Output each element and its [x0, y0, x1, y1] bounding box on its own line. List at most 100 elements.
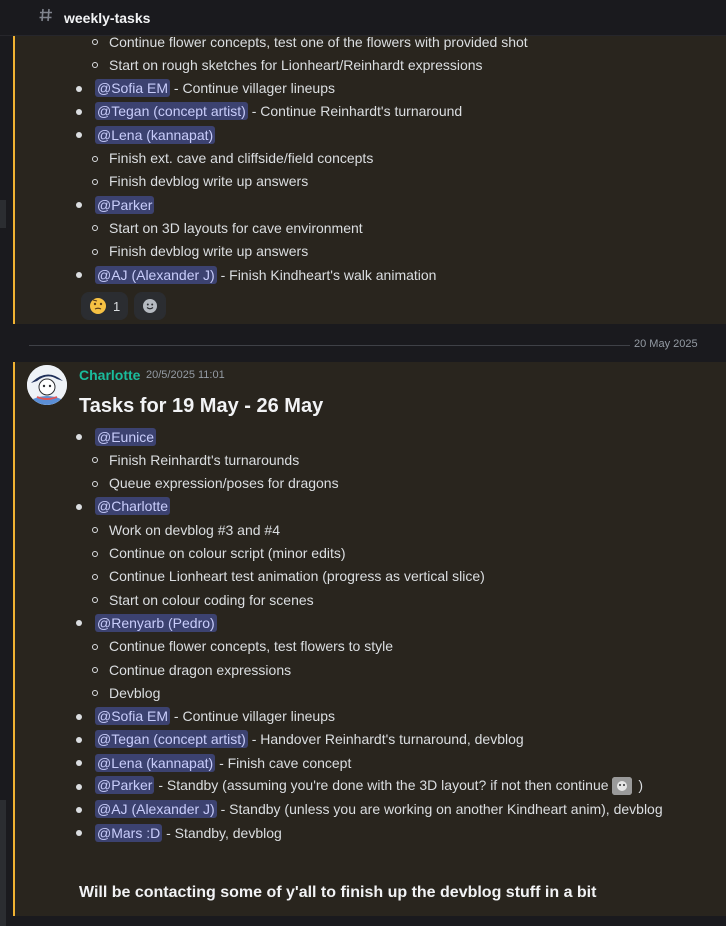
- bullet-disc-icon: [76, 202, 82, 209]
- item-description: - Continue villager lineups: [170, 708, 335, 725]
- bullet-disc-icon: [76, 503, 82, 510]
- item-text: @AJ (Alexander J) - Finish Kindheart's w…: [95, 265, 437, 284]
- item-description: Devblog: [109, 684, 161, 701]
- sub-list-item: Work on devblog #3 and #4: [15, 518, 715, 541]
- item-description: - Continue villager lineups: [170, 80, 335, 97]
- list-item: @Sofia EM - Continue villager lineups: [15, 705, 715, 728]
- user-mention[interactable]: @AJ (Alexander J): [95, 265, 217, 284]
- list-item: @Eunice: [15, 425, 715, 448]
- user-mention[interactable]: @AJ (Alexander J): [95, 800, 217, 819]
- bullet-circle-icon: [92, 457, 98, 464]
- user-mention[interactable]: @Parker: [95, 775, 155, 794]
- item-description: Start on 3D layouts for cave environment: [109, 219, 363, 236]
- item-text: Start on colour coding for scenes: [109, 592, 314, 608]
- item-text: Queue expression/poses for dragons: [109, 475, 339, 491]
- bullet-disc-icon: [76, 760, 82, 767]
- bullet-disc-icon: [76, 806, 82, 813]
- sub-list-item: Finish devblog write up answers: [15, 240, 715, 263]
- bullet-disc-icon: [76, 783, 82, 790]
- list-item: @Lena (kannapat): [15, 123, 715, 146]
- item-description: - Standby (assuming you're done with the…: [154, 776, 609, 793]
- item-text: @Lena (kannapat) - Finish cave concept: [95, 753, 352, 772]
- bullet-disc-icon: [76, 108, 82, 115]
- item-text: Devblog: [109, 685, 160, 701]
- user-mention[interactable]: @Mars :D: [95, 823, 163, 842]
- list-item: @Renyarb (Pedro): [15, 611, 715, 634]
- previous-message: Continue flower concepts, test one of th…: [13, 34, 726, 324]
- thinking-face-icon: [90, 298, 106, 314]
- bullet-disc-icon: [76, 272, 82, 278]
- user-mention[interactable]: @Tegan (concept artist): [95, 730, 248, 749]
- item-description: - Finish cave concept: [215, 754, 352, 771]
- item-description: Start on rough sketches for Lionheart/Re…: [109, 56, 483, 73]
- bullet-circle-icon: [92, 155, 98, 162]
- bullet-circle-icon: [92, 480, 98, 487]
- item-text: @Tegan (concept artist) - Continue Reinh…: [95, 102, 463, 121]
- list-item: @Charlotte: [15, 495, 715, 518]
- sub-list-item: Continue flower concepts, test flowers t…: [15, 635, 715, 658]
- list-item: @Lena (kannapat) - Finish cave concept: [15, 751, 715, 774]
- message-timestamp[interactable]: 20/5/2025 11:01: [146, 369, 225, 381]
- author-name[interactable]: Charlotte: [79, 367, 140, 383]
- user-mention[interactable]: @Lena (kannapat): [95, 125, 216, 144]
- bullet-disc-icon: [76, 620, 82, 627]
- user-mention[interactable]: @Lena (kannapat): [95, 753, 216, 772]
- item-text: Work on devblog #3 and #4: [109, 522, 280, 538]
- bullet-circle-icon: [92, 178, 98, 185]
- channel-hash-icon: [38, 6, 56, 29]
- item-text: Finish devblog write up answers: [109, 173, 308, 189]
- bullet-circle-icon: [92, 62, 98, 69]
- bullet-circle-icon: [92, 573, 98, 580]
- item-description: Continue on colour script (minor edits): [109, 545, 346, 561]
- list-item: @Tegan (concept artist) - Handover Reinh…: [15, 728, 715, 751]
- user-mention[interactable]: @Renyarb (Pedro): [95, 613, 217, 632]
- message-heading: Tasks for 19 May - 26 May: [79, 395, 324, 417]
- item-description: Continue dragon expressions: [109, 661, 292, 678]
- item-description: - Standby, devblog: [162, 824, 282, 841]
- user-mention[interactable]: @Charlotte: [95, 497, 171, 516]
- user-mention[interactable]: @Parker: [95, 195, 155, 214]
- bullet-circle-icon: [92, 643, 98, 650]
- bullet-disc-icon: [76, 85, 82, 92]
- item-text: @Lena (kannapat): [95, 125, 216, 144]
- reactions-bar: 1: [81, 292, 167, 320]
- item-description: - Standby (unless you are working on ano…: [216, 801, 663, 818]
- item-suffix: ): [634, 776, 644, 793]
- item-text: @Tegan (concept artist) - Handover Reinh…: [95, 730, 524, 749]
- list-item: @AJ (Alexander J) - Standby (unless you …: [15, 798, 715, 821]
- item-text: @Mars :D - Standby, devblog: [95, 823, 282, 842]
- item-description: - Continue Reinhardt's turnaround: [247, 103, 463, 120]
- sub-list-item: Finish ext. cave and cliffside/field con…: [15, 147, 715, 170]
- bullet-disc-icon: [76, 713, 82, 720]
- add-reaction-button[interactable]: [134, 292, 167, 320]
- avatar[interactable]: [27, 365, 67, 405]
- item-description: Queue expression/poses for dragons: [109, 475, 339, 492]
- sub-list-item: Start on rough sketches for Lionheart/Re…: [15, 53, 715, 76]
- item-description: Start on colour coding for scenes: [109, 591, 314, 608]
- date-divider-label: 20 May 2025: [630, 338, 702, 350]
- item-text: @Parker - Standby (assuming you're done …: [95, 775, 644, 796]
- item-text: @AJ (Alexander J) - Standby (unless you …: [95, 800, 663, 819]
- date-divider: [29, 345, 700, 346]
- item-text: Continue flower concepts, test flowers t…: [109, 638, 393, 654]
- list-item: @Sofia EM - Continue villager lineups: [15, 77, 715, 100]
- user-mention[interactable]: @Sofia EM: [95, 79, 171, 98]
- user-mention[interactable]: @Sofia EM: [95, 707, 171, 726]
- bullet-circle-icon: [92, 597, 98, 604]
- bullet-disc-icon: [76, 736, 82, 743]
- user-mention[interactable]: @Tegan (concept artist): [95, 102, 248, 121]
- bullet-circle-icon: [92, 225, 98, 232]
- user-mention[interactable]: @Eunice: [95, 427, 157, 446]
- list-item: @Parker: [15, 193, 715, 216]
- bullet-circle-icon: [92, 527, 98, 534]
- reaction-thinking[interactable]: 1: [81, 292, 129, 320]
- list-item: @Mars :D - Standby, devblog: [15, 821, 715, 844]
- item-text: Finish ext. cave and cliffside/field con…: [109, 150, 373, 166]
- item-description: - Finish Kindheart's walk animation: [216, 266, 437, 283]
- sidebar-edge-lower: [0, 800, 6, 926]
- sub-list-item: Finish Reinhardt's turnarounds: [15, 448, 715, 471]
- item-description: - Handover Reinhardt's turnaround, devbl…: [247, 731, 524, 748]
- sub-list-item: Continue Lionheart test animation (progr…: [15, 565, 715, 588]
- channel-header: weekly-tasks: [0, 0, 726, 36]
- list-item: @Tegan (concept artist) - Continue Reinh…: [15, 100, 715, 123]
